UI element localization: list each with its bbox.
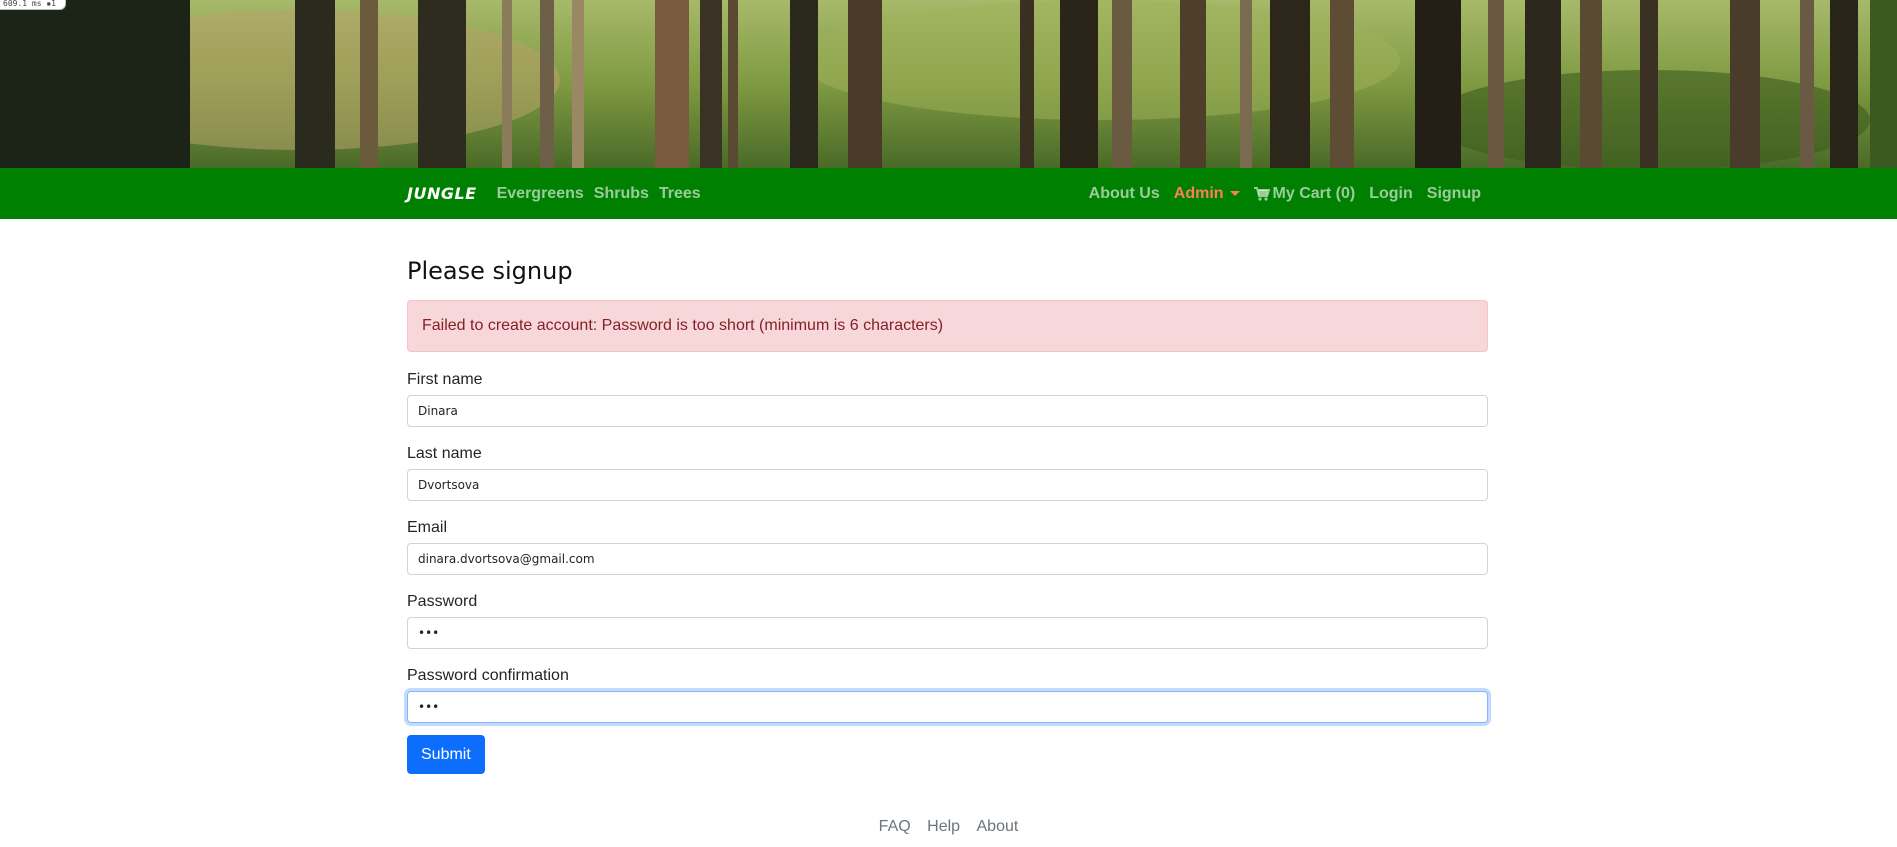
email-label: Email bbox=[407, 519, 448, 536]
footer: FAQ Help About bbox=[0, 818, 1897, 836]
chevron-down-icon bbox=[1229, 191, 1240, 196]
nav-my-cart-label: My Cart (0) bbox=[1272, 184, 1356, 202]
error-alert: Failed to create account: Password is to… bbox=[407, 300, 1488, 352]
signup-container: Please signup Failed to create account: … bbox=[407, 219, 1488, 774]
nav-login[interactable]: Login bbox=[1369, 185, 1413, 203]
password-label: Password bbox=[407, 593, 478, 610]
forest-banner-image bbox=[0, 0, 1897, 168]
email-input[interactable] bbox=[407, 543, 1488, 575]
nav-evergreens[interactable]: Evergreens bbox=[497, 185, 584, 203]
footer-about-link[interactable]: About bbox=[977, 818, 1019, 835]
nav-admin-label: Admin bbox=[1173, 184, 1224, 202]
last-name-input[interactable] bbox=[407, 469, 1488, 501]
nav-trees[interactable]: Trees bbox=[659, 185, 701, 203]
error-alert-text: Failed to create account: Password is to… bbox=[422, 317, 944, 334]
footer-help-link[interactable]: Help bbox=[927, 818, 960, 835]
footer-faq-link[interactable]: FAQ bbox=[879, 818, 911, 835]
debug-timer-badge: 609.1 ms ▪1 bbox=[0, 0, 66, 10]
shopping-cart-icon bbox=[1253, 186, 1270, 201]
nav-admin-dropdown[interactable]: Admin bbox=[1174, 185, 1240, 203]
password-input[interactable] bbox=[407, 617, 1488, 649]
first-name-input[interactable] bbox=[407, 395, 1488, 427]
last-name-label: Last name bbox=[407, 445, 482, 462]
page-title: Please signup bbox=[407, 257, 573, 285]
password-confirmation-label: Password confirmation bbox=[407, 667, 569, 684]
first-name-label: First name bbox=[407, 371, 483, 388]
password-confirmation-input[interactable] bbox=[407, 691, 1488, 723]
submit-button[interactable]: Submit bbox=[407, 735, 485, 774]
nav-shrubs[interactable]: Shrubs bbox=[594, 185, 649, 203]
nav-my-cart[interactable]: My Cart (0) bbox=[1253, 184, 1356, 203]
nav-signup[interactable]: Signup bbox=[1427, 185, 1481, 203]
nav-about-us[interactable]: About Us bbox=[1089, 185, 1160, 203]
top-navbar: JUNGLE Evergreens Shrubs Trees About Us … bbox=[0, 168, 1897, 219]
brand-logo[interactable]: JUNGLE bbox=[407, 184, 477, 203]
